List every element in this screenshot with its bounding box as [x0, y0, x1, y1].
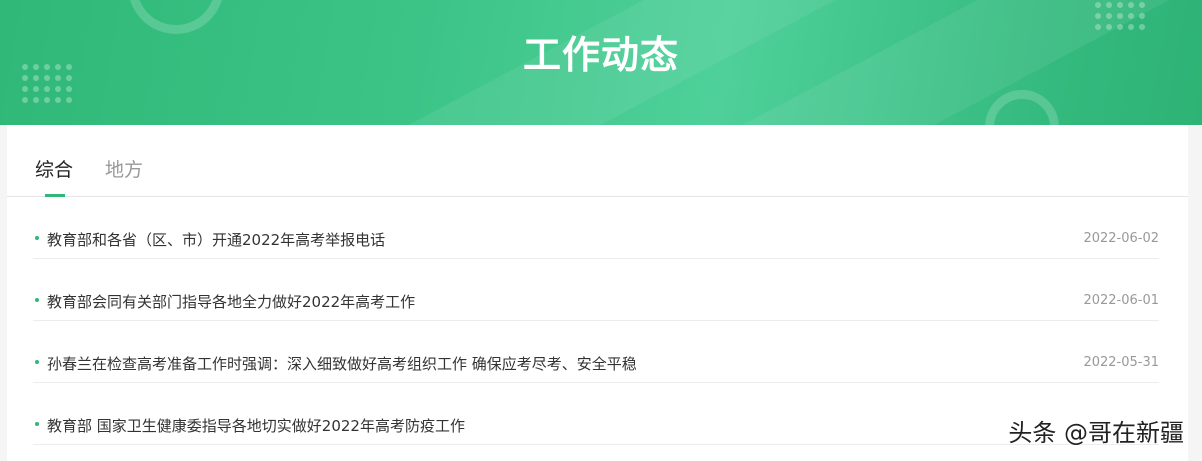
bullet-icon [35, 422, 39, 426]
tab-local[interactable]: 地方 [105, 155, 143, 182]
watermark: 头条 @哥在新疆 [1008, 419, 1184, 447]
tab-bar: 综合 地方 [7, 125, 1188, 197]
bullet-icon [35, 298, 39, 302]
tab-general[interactable]: 综合 [35, 155, 73, 182]
news-title-link[interactable]: 教育部 国家卫生健康委指导各地切实做好2022年高考防疫工作 [47, 415, 465, 436]
list-item[interactable]: 教育部和各省（区、市）开通2022年高考举报电话 2022-06-02 [33, 197, 1159, 259]
page-banner: 工作动态 [0, 0, 1202, 125]
banner-ring-decoration [985, 90, 1059, 125]
news-title-link[interactable]: 教育部会同有关部门指导各地全力做好2022年高考工作 [47, 291, 415, 312]
list-item[interactable]: 教育部 国家卫生健康委指导各地切实做好2022年高考防疫工作 [33, 383, 1159, 445]
content-panel: 综合 地方 教育部和各省（区、市）开通2022年高考举报电话 2022-06-0… [7, 125, 1188, 461]
news-title-link[interactable]: 孙春兰在检查高考准备工作时强调：深入细致做好高考组织工作 确保应考尽考、安全平稳 [47, 353, 637, 374]
bullet-icon [35, 236, 39, 240]
list-item[interactable]: 孙春兰在检查高考准备工作时强调：深入细致做好高考组织工作 确保应考尽考、安全平稳… [33, 321, 1159, 383]
page-title: 工作动态 [522, 33, 679, 77]
news-date: 2022-06-02 [1083, 231, 1159, 246]
news-title-link[interactable]: 教育部和各省（区、市）开通2022年高考举报电话 [47, 229, 385, 250]
news-list: 教育部和各省（区、市）开通2022年高考举报电话 2022-06-02 教育部会… [33, 197, 1159, 445]
bullet-icon [35, 360, 39, 364]
news-date: 2022-06-01 [1083, 293, 1159, 308]
list-item[interactable]: 教育部会同有关部门指导各地全力做好2022年高考工作 2022-06-01 [33, 259, 1159, 321]
news-date: 2022-05-31 [1083, 355, 1159, 370]
